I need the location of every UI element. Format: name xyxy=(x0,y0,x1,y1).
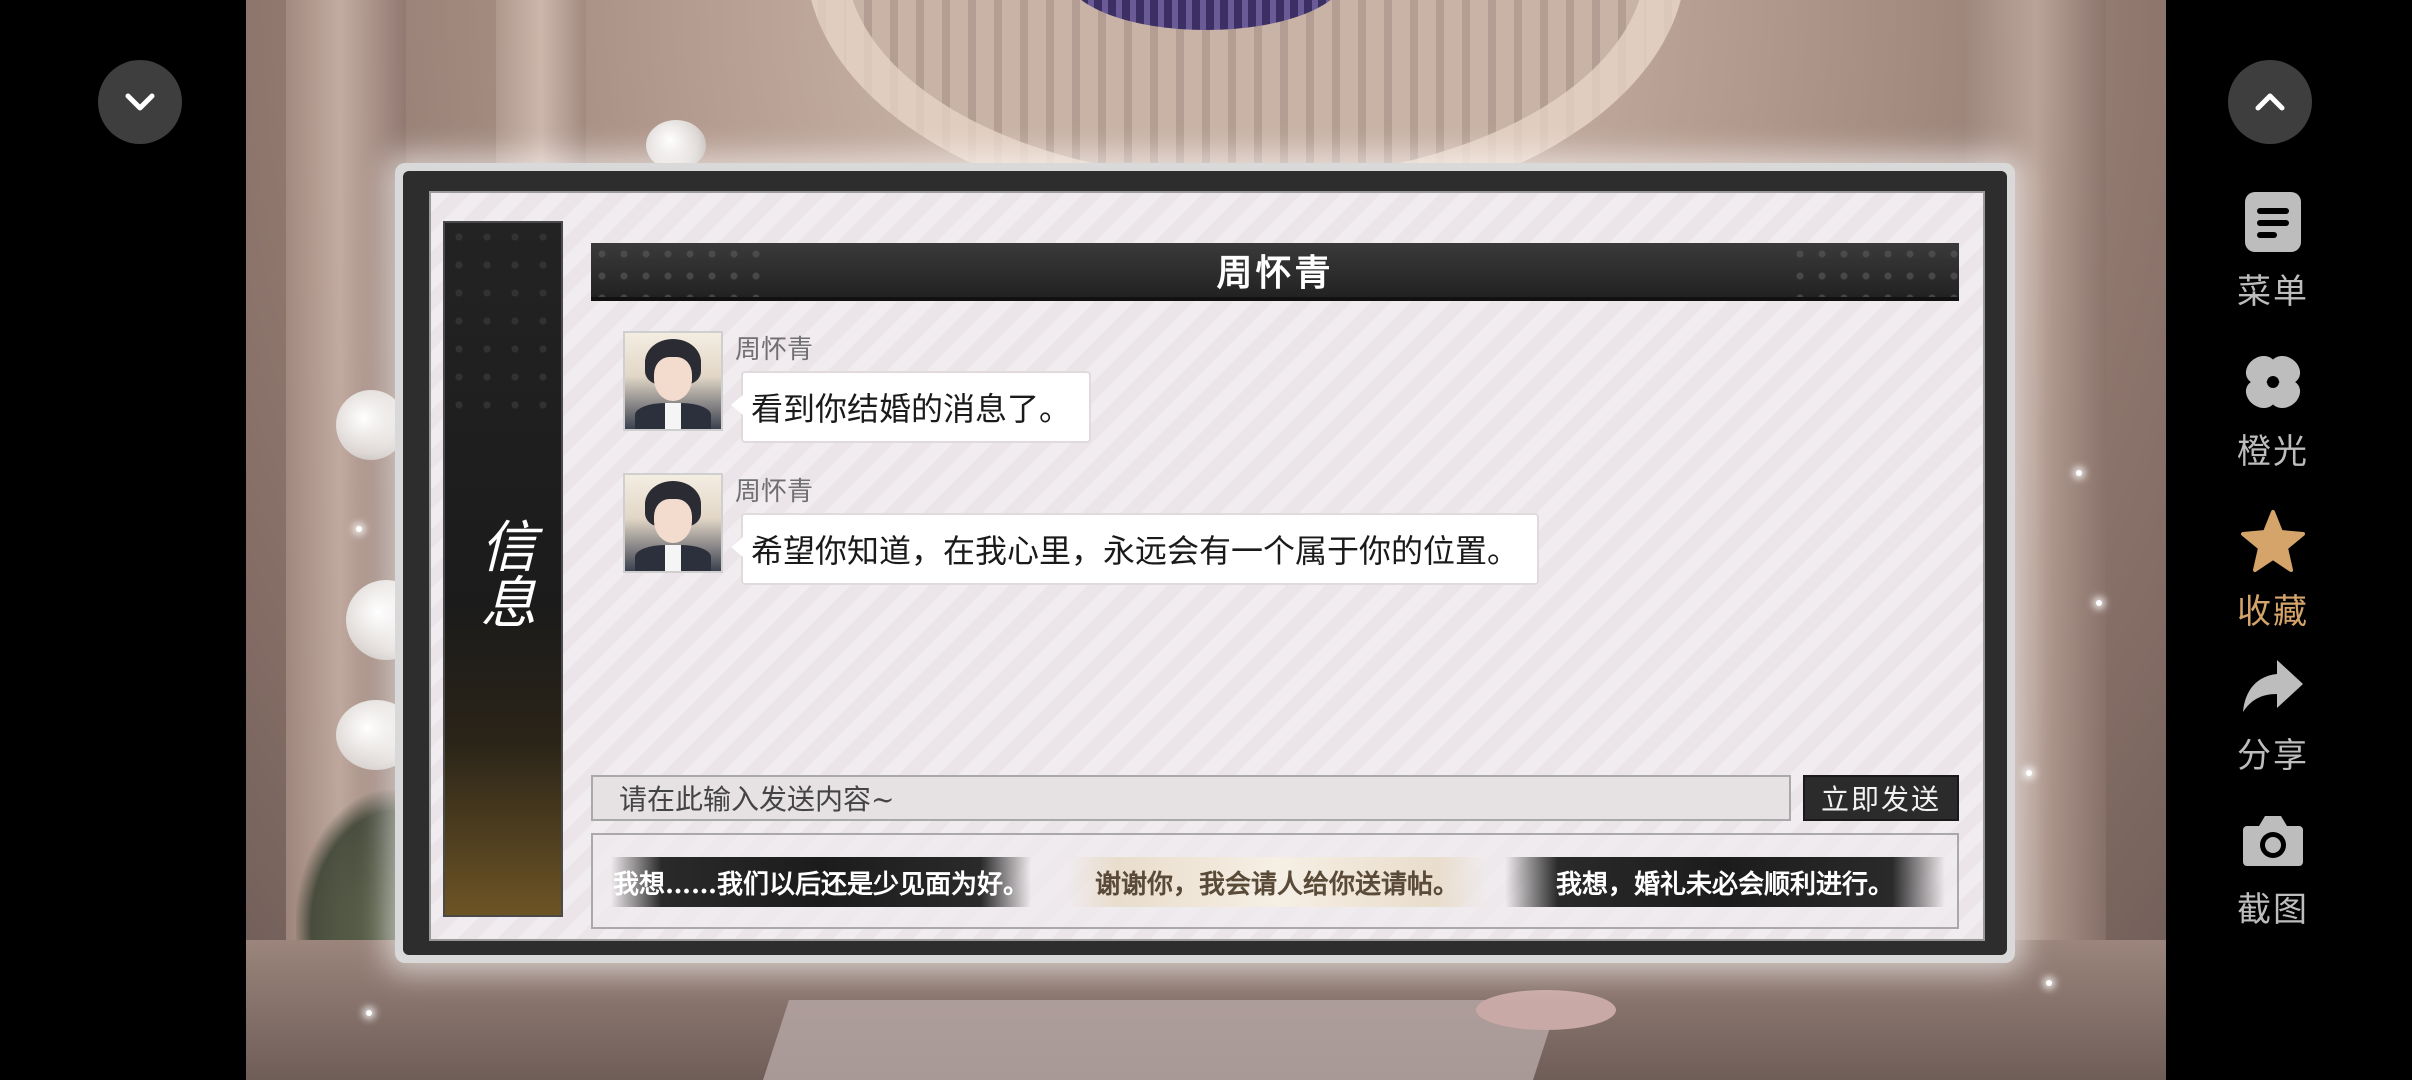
orange-light-label: 橙光 xyxy=(2237,432,2309,472)
send-button[interactable]: 立即发送 xyxy=(1803,775,1959,821)
message-input-row: 请在此输入发送内容~ 立即发送 xyxy=(591,775,1959,823)
sparkle-decoration xyxy=(356,526,362,532)
avatar xyxy=(623,331,723,431)
info-side-tab: 信息 xyxy=(443,221,563,917)
chevron-up-icon xyxy=(2255,93,2285,111)
share-icon xyxy=(2237,650,2309,722)
message-sender: 周怀青 xyxy=(735,335,814,365)
contact-title-bar: 周怀青 xyxy=(591,243,1959,301)
star-icon xyxy=(2237,506,2309,578)
message-bubble: 希望你知道，在我心里，永远会有一个属于你的位置。 xyxy=(730,513,1540,585)
menu-icon xyxy=(2237,186,2309,258)
favorite-label: 收藏 xyxy=(2237,592,2309,632)
scene-pouf xyxy=(1476,990,1616,1030)
camera-icon xyxy=(2237,804,2309,876)
avatar xyxy=(623,473,723,573)
menu-button[interactable]: 菜单 xyxy=(2218,186,2328,316)
reply-option[interactable]: 我想……我们以后还是少见面为好。 xyxy=(611,857,1031,907)
message-bubble: 看到你结婚的消息了。 xyxy=(730,371,1092,443)
menu-label: 菜单 xyxy=(2237,272,2309,312)
message-dialog: 信息 周怀青 周怀青 看到你结婚的消息了。 周怀青 希望你知道，在我心里，永远会… xyxy=(395,163,2015,963)
sparkle-decoration xyxy=(366,1010,372,1016)
reply-options: 我想……我们以后还是少见面为好。 谢谢你，我会请人给你送请帖。 我想，婚礼未必会… xyxy=(591,833,1959,929)
chevron-down-icon xyxy=(125,93,155,111)
reply-option[interactable]: 我想，婚礼未必会顺利进行。 xyxy=(1505,857,1945,907)
share-label: 分享 xyxy=(2237,736,2309,776)
expand-button[interactable] xyxy=(2228,60,2312,144)
title-decoration xyxy=(591,243,761,297)
screenshot-label: 截图 xyxy=(2237,890,2309,930)
collapse-button[interactable] xyxy=(98,60,182,144)
dialog-content: 信息 周怀青 周怀青 看到你结婚的消息了。 周怀青 希望你知道，在我心里，永远会… xyxy=(429,191,1985,941)
orange-light-button[interactable]: 橙光 xyxy=(2218,346,2328,476)
info-tab-pattern xyxy=(445,223,561,423)
info-tab-label: 信息 xyxy=(471,517,536,629)
sparkle-decoration xyxy=(2076,470,2082,476)
reply-option[interactable]: 谢谢你，我会请人给你送请帖。 xyxy=(1067,857,1487,907)
title-decoration xyxy=(1789,243,1959,297)
orange-light-icon xyxy=(2237,346,2309,418)
game-screen: 菜单 橙光 收藏 分享 截图 信息 周怀青 周怀青 看到你结婚的消息了。 周怀青… xyxy=(0,0,2412,1080)
contact-name-title: 周怀青 xyxy=(1216,253,1334,294)
scene-rug xyxy=(763,1000,1559,1080)
screenshot-button[interactable]: 截图 xyxy=(2218,804,2328,934)
sparkle-decoration xyxy=(2026,770,2032,776)
message-input[interactable]: 请在此输入发送内容~ xyxy=(591,775,1791,821)
favorite-button[interactable]: 收藏 xyxy=(2218,506,2328,636)
share-button[interactable]: 分享 xyxy=(2218,650,2328,780)
sparkle-decoration xyxy=(2096,600,2102,606)
sparkle-decoration xyxy=(2046,980,2052,986)
message-sender: 周怀青 xyxy=(735,477,814,507)
